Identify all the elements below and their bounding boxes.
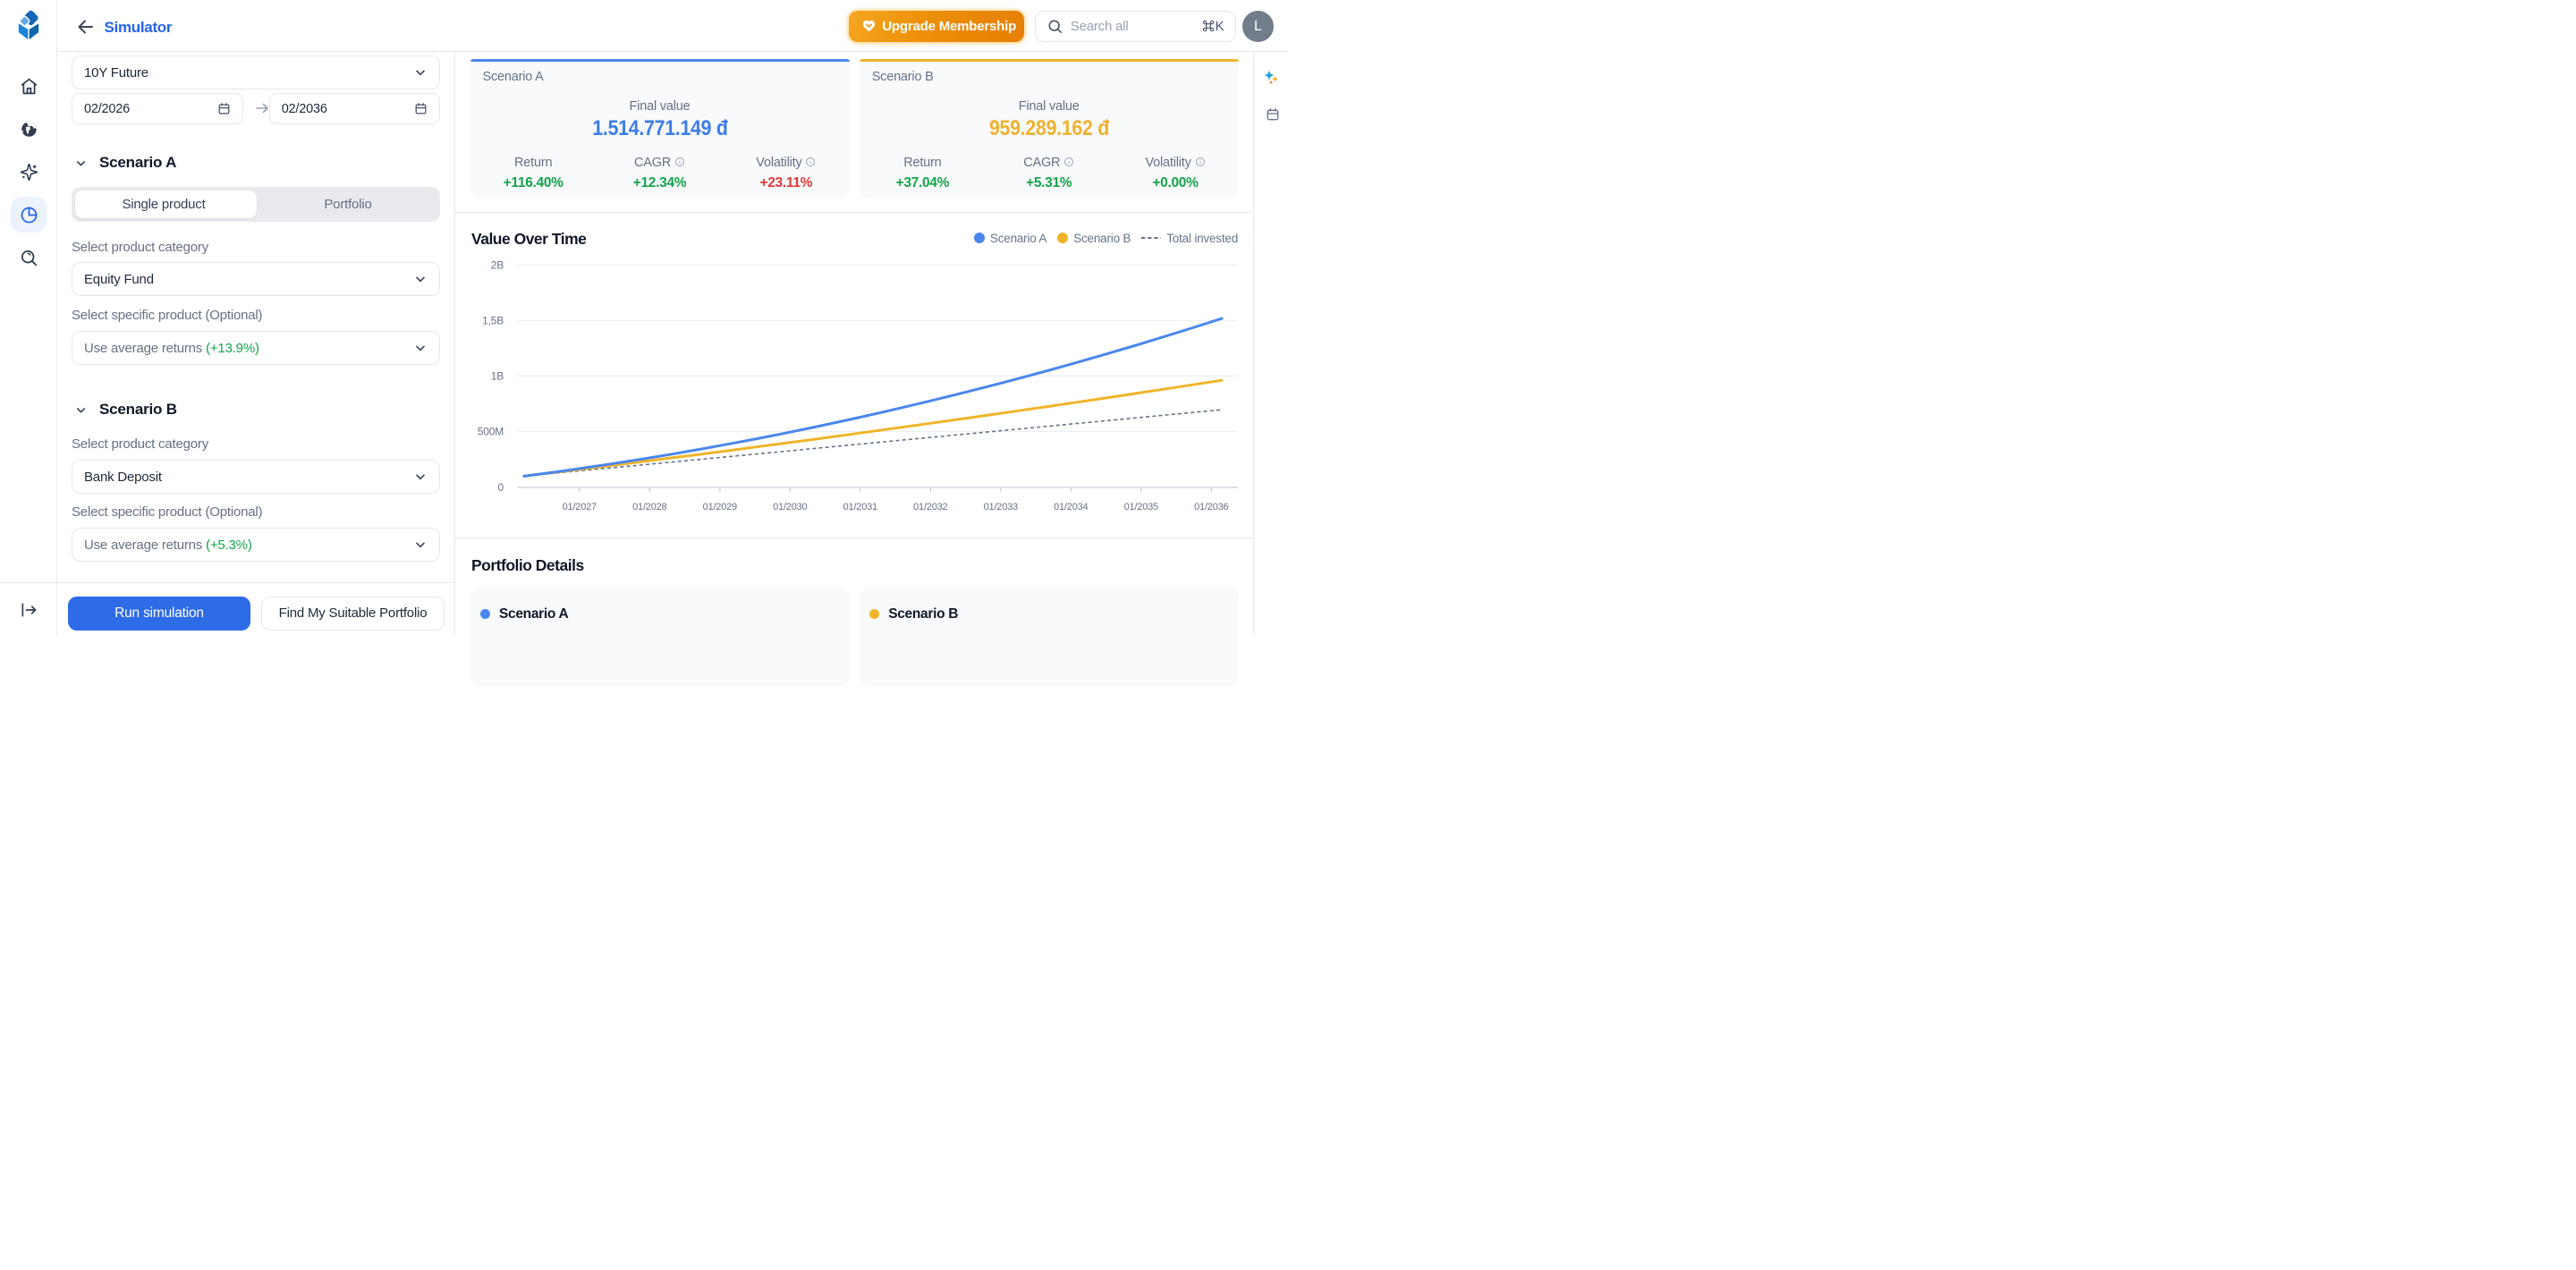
svg-text:01/2034: 01/2034	[1054, 502, 1088, 512]
svg-text:01/2035: 01/2035	[1124, 502, 1158, 512]
svg-text:1,5B: 1,5B	[482, 315, 504, 327]
svg-text:01/2030: 01/2030	[773, 502, 807, 512]
svg-text:01/2031: 01/2031	[843, 502, 877, 512]
svg-text:0: 0	[498, 481, 504, 494]
svg-text:01/2032: 01/2032	[913, 502, 947, 512]
svg-text:01/2036: 01/2036	[1194, 502, 1228, 512]
svg-text:01/2029: 01/2029	[703, 502, 737, 512]
svg-text:500M: 500M	[478, 426, 504, 438]
svg-text:2B: 2B	[491, 258, 504, 271]
svg-text:01/2028: 01/2028	[632, 502, 666, 512]
svg-text:01/2033: 01/2033	[984, 502, 1018, 512]
svg-text:01/2027: 01/2027	[563, 502, 597, 512]
svg-text:1B: 1B	[491, 370, 504, 383]
